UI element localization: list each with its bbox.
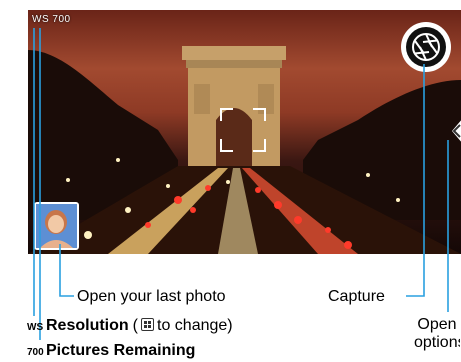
callout-open-last-photo: Open your last photo xyxy=(77,288,226,305)
last-photo-thumbnail[interactable] xyxy=(34,202,79,250)
legend-resolution-hint-open: ( xyxy=(132,317,138,334)
legend-pictures-remaining-code: 700 xyxy=(27,347,44,358)
callout-open-options-line2: options xyxy=(414,334,460,351)
camera-viewfinder: WS 700 xyxy=(28,10,461,254)
focus-frame-icon xyxy=(220,108,266,152)
capture-button[interactable] xyxy=(399,20,453,74)
resolution-indicator: WS 700 xyxy=(32,14,71,25)
legend-resolution: WS Resolution ( to change) xyxy=(27,317,233,335)
callout-capture: Capture xyxy=(328,288,385,305)
callout-open-options: Open options xyxy=(414,316,460,352)
legend-resolution-code: WS xyxy=(27,322,44,333)
legend-pictures-remaining: 700 Pictures Remaining xyxy=(27,342,195,360)
legend-pictures-remaining-label: Pictures Remaining xyxy=(46,342,196,359)
legend-resolution-hint-close: to change) xyxy=(157,317,233,334)
aperture-shutter-icon xyxy=(401,22,451,72)
options-tab[interactable] xyxy=(451,118,461,144)
legend-resolution-label: Resolution xyxy=(46,317,129,334)
chevron-left-icon xyxy=(452,120,461,142)
callout-open-options-line1: Open xyxy=(417,316,457,333)
settings-grid-icon xyxy=(141,318,154,331)
photo-thumbnail-icon xyxy=(36,204,77,248)
